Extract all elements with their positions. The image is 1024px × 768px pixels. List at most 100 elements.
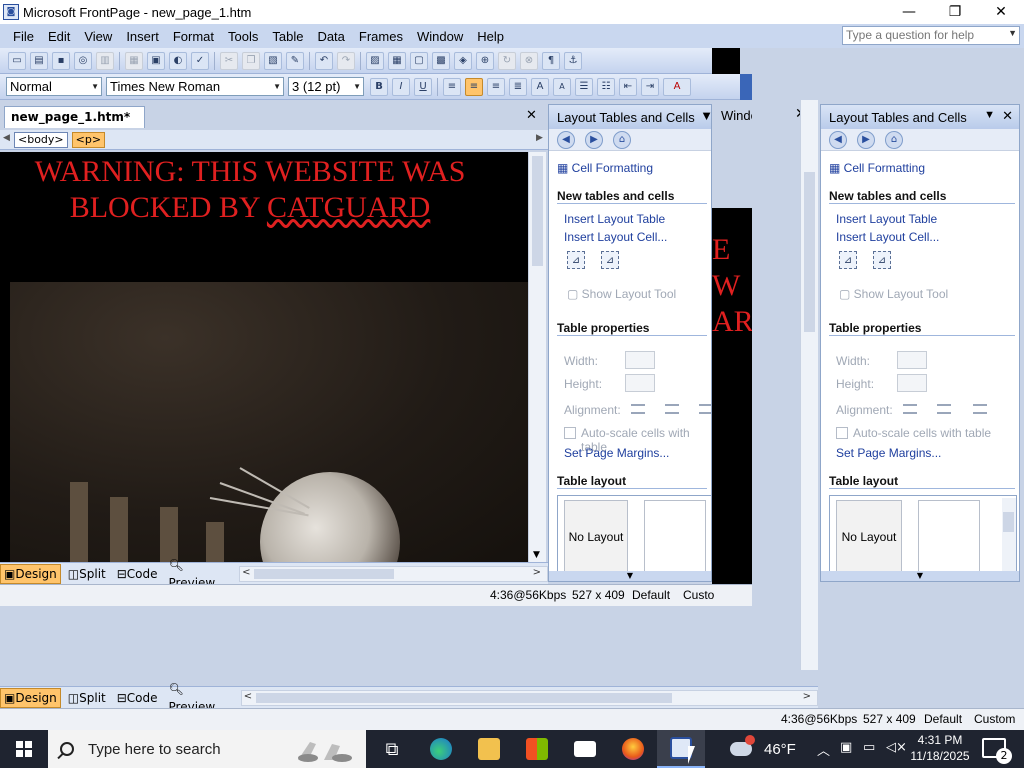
forward-icon[interactable]: ▶ (857, 130, 875, 149)
align-right-icon[interactable] (973, 404, 987, 414)
chevron-down-icon[interactable]: ▼ (533, 550, 540, 560)
task-view-button[interactable]: ⧉ (368, 730, 416, 768)
menu-file[interactable]: File (6, 29, 41, 44)
file-explorer-app[interactable] (465, 730, 513, 768)
chevron-down-icon[interactable]: ▼ (821, 571, 1019, 581)
no-layout-thumb[interactable]: No Layout (564, 500, 628, 574)
css-mode[interactable]: Custom (974, 712, 1015, 726)
toggle-pane-icon[interactable]: ▦ (125, 51, 143, 70)
layout-thumb[interactable] (918, 500, 980, 574)
dropdown-triangle-icon[interactable]: ▼ (700, 108, 711, 123)
menu-data[interactable]: Data (310, 29, 351, 44)
frontpage-taskbar-app[interactable] (657, 730, 705, 768)
bullets-icon[interactable]: ☷ (597, 77, 615, 96)
draw-layout-cell-icon[interactable]: ⊿ (601, 251, 619, 269)
width-field[interactable] (897, 351, 927, 369)
taskbar-search[interactable]: Type here to search (48, 730, 366, 768)
font-size-select[interactable]: 3 (12 pt) ▼ (288, 77, 364, 96)
network-icon[interactable]: ▭ (863, 740, 875, 755)
weather-widget[interactable]: 46°F (730, 730, 796, 768)
mail-app[interactable] (561, 730, 609, 768)
menu-format[interactable]: Format (166, 29, 221, 44)
show-all-icon[interactable]: ¶ (542, 51, 560, 70)
scroll-thumb[interactable] (1003, 512, 1014, 532)
autoscale-checkbox[interactable] (836, 427, 848, 439)
firefox-app[interactable] (609, 730, 657, 768)
justify-icon[interactable]: ≣ (509, 77, 527, 96)
vertical-scrollbar-back[interactable] (800, 100, 818, 670)
numbering-icon[interactable]: ☰ (575, 77, 593, 96)
underline-button[interactable]: U (414, 77, 432, 96)
autoscale-checkbox[interactable] (564, 427, 576, 439)
no-layout-thumb[interactable]: No Layout (836, 500, 902, 574)
style-select[interactable]: Normal ▼ (6, 77, 102, 96)
width-field[interactable] (625, 351, 655, 369)
home-icon[interactable]: ⌂ (885, 130, 903, 149)
minimize-button[interactable]: — (886, 0, 932, 24)
notification-center-button[interactable]: 2 (982, 738, 1012, 764)
cell-formatting-link[interactable]: ▦ Cell Formatting (829, 161, 925, 175)
redo-icon[interactable]: ↷ (337, 51, 355, 70)
close-icon[interactable]: ✕ (1002, 108, 1013, 124)
new-page-icon[interactable]: ▭ (8, 51, 26, 70)
web-component-icon[interactable]: ▨ (366, 51, 384, 70)
anchor-icon[interactable]: ⚓ (564, 51, 582, 70)
paste-icon[interactable]: ▧ (264, 51, 282, 70)
height-field[interactable] (897, 374, 927, 392)
home-icon[interactable]: ⌂ (613, 130, 631, 149)
show-layout-tool[interactable]: ▢ Show Layout Tool (567, 287, 676, 301)
stop-icon[interactable]: ⊗ (520, 51, 538, 70)
edge-app[interactable] (417, 730, 465, 768)
tag-body[interactable]: <body> (14, 131, 68, 148)
back-icon[interactable]: ◀ (829, 130, 847, 149)
chevron-right-icon[interactable]: ▶ (536, 133, 543, 143)
font-color-button[interactable]: A (663, 77, 691, 96)
insert-picture-icon[interactable]: ▩ (432, 51, 450, 70)
find-icon[interactable]: ◎ (74, 51, 92, 70)
height-field[interactable] (625, 374, 655, 392)
copy-icon[interactable]: ❐ (242, 51, 260, 70)
insert-table-icon[interactable]: ▦ (388, 51, 406, 70)
scroll-thumb[interactable] (804, 172, 815, 332)
insert-layout-table-link[interactable]: Insert Layout Table (564, 212, 665, 226)
chevron-down-icon[interactable]: ▼ (1008, 28, 1017, 38)
layout-thumb[interactable] (644, 500, 706, 574)
chevron-left-icon[interactable]: < (242, 567, 250, 578)
decrease-indent-icon[interactable]: ⇤ (619, 77, 637, 96)
align-center-icon[interactable]: ≡ (465, 77, 483, 96)
cell-formatting-link[interactable]: ▦ Cell Formatting (557, 161, 653, 175)
menu-window[interactable]: Window (410, 29, 470, 44)
split-view-button[interactable]: ◫Split (64, 688, 110, 708)
scroll-thumb[interactable] (532, 156, 543, 266)
meet-now-icon[interactable]: ▣ (840, 740, 852, 755)
hyperlink-icon[interactable]: ⊕ (476, 51, 494, 70)
chevron-down-icon[interactable]: ▼ (549, 571, 711, 581)
schema-mode[interactable]: Default (924, 712, 962, 726)
drawing-icon[interactable]: ◈ (454, 51, 472, 70)
decrease-font-button[interactable]: A (553, 77, 571, 96)
insert-layer-icon[interactable]: ▢ (410, 51, 428, 70)
store-app[interactable] (513, 730, 561, 768)
menu-edit[interactable]: Edit (41, 29, 77, 44)
align-left-icon[interactable]: ≡ (443, 77, 461, 96)
save-icon[interactable]: ▪ (52, 51, 70, 70)
increase-font-button[interactable]: A (531, 77, 549, 96)
insert-layout-cell-link[interactable]: Insert Layout Cell... (564, 230, 667, 244)
back-icon[interactable]: ◀ (557, 130, 575, 149)
layout-list-scrollbar[interactable] (1002, 498, 1016, 574)
close-button[interactable]: ✕ (978, 0, 1024, 24)
chevron-right-icon[interactable]: > (803, 691, 811, 702)
set-page-margins-link[interactable]: Set Page Margins... (836, 446, 941, 460)
refresh-icon[interactable]: ↻ (498, 51, 516, 70)
design-view-button[interactable]: ▣Design (0, 687, 61, 708)
code-view-button[interactable]: ⊟Code (113, 564, 162, 584)
chevron-left-icon[interactable]: < (244, 691, 252, 702)
align-center-icon[interactable] (665, 404, 679, 414)
horizontal-scrollbar[interactable]: < > (240, 689, 818, 706)
format-painter-icon[interactable]: ✎ (286, 51, 304, 70)
css-mode[interactable]: Custo (683, 588, 714, 602)
show-layout-tool[interactable]: ▢ Show Layout Tool (839, 287, 948, 301)
preview-browser-icon[interactable]: ◐ (169, 51, 187, 70)
print-icon[interactable]: ▣ (147, 51, 165, 70)
schema-mode[interactable]: Default (632, 588, 670, 602)
